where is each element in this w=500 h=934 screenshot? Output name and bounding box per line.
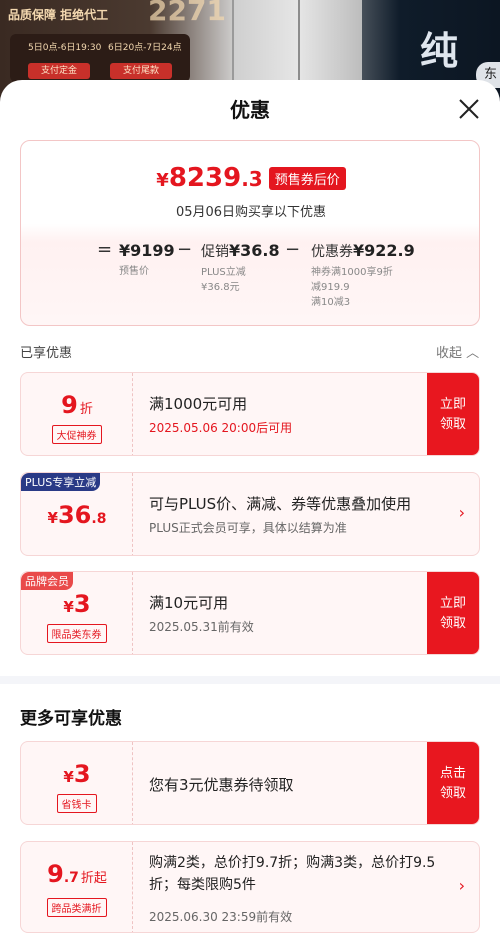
enjoyed-section-title: 已享优惠 xyxy=(20,346,73,361)
section-divider xyxy=(0,676,500,684)
equals-sign: = xyxy=(97,239,113,260)
coupon-type-label: 跨品类满折 xyxy=(46,898,107,917)
minus-sign-2: − xyxy=(285,239,301,260)
banner-tag: 品质保障 拒绝代工 xyxy=(8,8,109,22)
coupon-card: 9折 大促神券 满1000元可用 2025.05.06 20:00后可用 立即 … xyxy=(20,372,480,456)
chevron-up-icon: ︿ xyxy=(462,346,480,361)
coupon-value-panel: ¥3 限品类东券 xyxy=(21,572,133,654)
minus-sign-1: − xyxy=(177,239,193,260)
discount-sheet: 优惠 ¥8239.3 预售券后价 05月06日购买享以下优惠 = ¥9199 预售… xyxy=(0,80,500,934)
coupon-desc: PLUS正式会员可享，具体以结算为准 xyxy=(149,521,347,535)
coupon-title: 可与PLUS价、满减、券等优惠叠加使用 xyxy=(149,495,412,513)
coupon-type-label: 限品类东券 xyxy=(46,624,107,643)
purchase-date-line: 05月06日购买享以下优惠 xyxy=(175,205,327,220)
collapse-button[interactable]: 收起 ︿ xyxy=(436,342,479,361)
chevron-right-icon[interactable]: › xyxy=(459,503,465,522)
banner-char: 纯 xyxy=(420,29,459,73)
more-offer-card: ¥3 省钱卡 您有3元优惠券待领取 点击 领取 xyxy=(20,741,480,825)
offer-title: 您有3元优惠券待领取 xyxy=(149,776,294,794)
banner-date-2: 6日20点-7日24点 xyxy=(108,43,182,53)
coupon-value-panel: 9.7 折起 跨品类满折 xyxy=(21,842,133,932)
coupon-type-label: 省钱卡 xyxy=(56,794,97,813)
offer-title: 购满2类，总价打9.7折；购满3类，总价打9.5折；每类限购5件 xyxy=(149,855,436,893)
price-tag: 预售券后价 xyxy=(268,166,346,190)
coupon-discount: 优惠券¥922.9 神券满1000享9折 减919.9 满10减3 xyxy=(311,241,415,308)
banner-date-1: 5日0点-6日19:30 xyxy=(28,43,102,53)
coupon-value-panel: ¥3 省钱卡 xyxy=(21,742,133,824)
coupon-validity: 2025.05.06 20:00后可用 xyxy=(149,421,293,435)
presale-price: ¥9199 预售价 xyxy=(119,241,175,277)
banner-number: 2271 xyxy=(148,0,226,27)
more-offers-title: 更多可享优惠 xyxy=(20,709,122,729)
claim-button[interactable]: 点击 领取 xyxy=(427,742,479,824)
final-price: ¥8239.3 xyxy=(156,163,263,193)
coupon-value-panel: ¥36.8 xyxy=(21,473,133,555)
coupon-type-label: 大促神券 xyxy=(51,425,102,444)
banner-pay-deposit[interactable]: 支付定金 xyxy=(28,63,90,79)
offer-validity: 2025.06.30 23:59前有效 xyxy=(149,910,293,924)
banner-pay-balance[interactable]: 支付尾款 xyxy=(110,63,172,79)
plus-discount-card[interactable]: PLUS专享立减 ¥36.8 可与PLUS价、满减、券等优惠叠加使用 PLUS正… xyxy=(20,472,480,556)
coupon-value-panel: 9折 大促神券 xyxy=(21,373,133,455)
promo-discount: 促销¥36.8 PLUS立减 ¥36.8元 xyxy=(201,241,280,293)
coupon-title: 满1000元可用 xyxy=(149,395,248,413)
claim-button[interactable]: 立即 领取 xyxy=(427,373,479,455)
coupon-validity: 2025.05.31前有效 xyxy=(149,620,254,634)
chevron-right-icon[interactable]: › xyxy=(459,876,465,895)
sheet-title: 优惠 xyxy=(230,98,270,122)
close-icon[interactable] xyxy=(457,97,481,121)
coupon-title: 满10元可用 xyxy=(149,594,229,612)
price-summary: ¥8239.3 预售券后价 05月06日购买享以下优惠 = ¥9199 预售价 −… xyxy=(20,140,480,326)
coupon-card: 品牌会员 ¥3 限品类东券 满10元可用 2025.05.31前有效 立即 领取 xyxy=(20,571,480,655)
claim-button[interactable]: 立即 领取 xyxy=(427,572,479,654)
final-price-line: ¥8239.3 预售券后价 xyxy=(21,163,481,193)
more-offer-card[interactable]: 9.7 折起 跨品类满折 购满2类，总价打9.7折；购满3类，总价打9.5折；每类… xyxy=(20,841,480,933)
